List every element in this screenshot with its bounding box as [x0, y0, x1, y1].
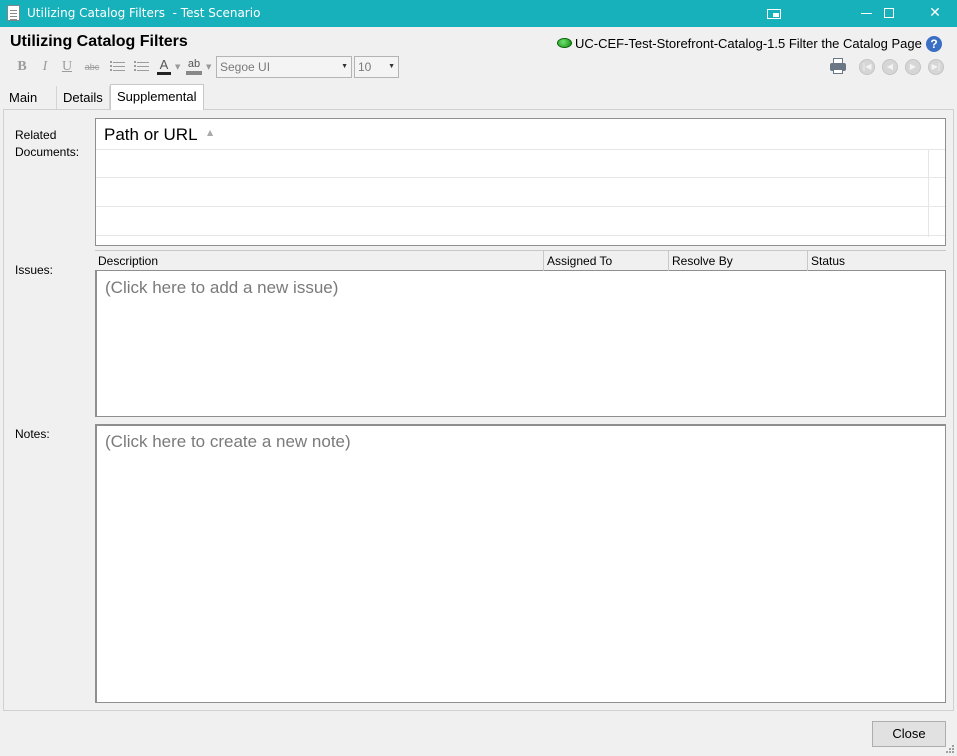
sort-icon: ▲: [207, 128, 214, 137]
bullet-list-button[interactable]: [110, 58, 128, 76]
print-icon[interactable]: [829, 58, 847, 75]
window-restore-button[interactable]: [751, 0, 797, 27]
strikethrough-button[interactable]: abc: [82, 58, 102, 76]
next-record-icon[interactable]: ▶: [905, 59, 921, 75]
first-record-icon[interactable]: |◀: [859, 59, 875, 75]
font-color-dropdown-icon[interactable]: ▼: [175, 64, 182, 71]
column-resolve-by[interactable]: Resolve By: [669, 251, 808, 271]
bullet-list-icon: [110, 61, 125, 63]
chevron-down-icon: ▼: [341, 63, 348, 70]
notes-label: Notes:: [15, 427, 50, 441]
resize-grip-icon[interactable]: [945, 744, 955, 754]
column-description[interactable]: Description: [95, 251, 544, 271]
font-size-value: 10: [358, 60, 372, 74]
last-record-icon[interactable]: ▶|: [928, 59, 944, 75]
maximize-icon: [884, 8, 894, 18]
grid-row[interactable]: [96, 235, 945, 236]
add-note-prompt[interactable]: (Click here to create a new note): [105, 432, 351, 452]
page-title: Utilizing Catalog Filters: [10, 33, 188, 50]
help-icon[interactable]: ?: [926, 36, 942, 52]
add-issue-prompt[interactable]: (Click here to add a new issue): [105, 278, 338, 298]
window-title: Utilizing Catalog Filters - Test Scenari…: [27, 6, 261, 20]
grid-row[interactable]: [96, 206, 945, 207]
font-family-value: Segoe UI: [220, 60, 271, 74]
tab-supplemental[interactable]: Supplemental: [110, 84, 204, 110]
grid-row[interactable]: [96, 177, 945, 178]
close-window-button[interactable]: ✕: [912, 0, 957, 27]
notes-list[interactable]: (Click here to create a new note): [95, 424, 946, 703]
column-assigned-to[interactable]: Assigned To: [544, 251, 669, 271]
column-status[interactable]: Status: [808, 251, 944, 271]
document-icon: [7, 5, 20, 21]
previous-record-icon[interactable]: ◀: [882, 59, 898, 75]
numbered-list-icon: [134, 61, 149, 63]
issues-header-row: Description Assigned To Resolve By Statu…: [95, 250, 946, 271]
highlight-color-button[interactable]: ab: [186, 58, 202, 75]
issues-list[interactable]: (Click here to add a new issue): [95, 271, 946, 417]
related-documents-grid[interactable]: Path or URL ▲: [95, 118, 946, 246]
underline-button[interactable]: U: [59, 58, 75, 76]
font-family-select[interactable]: Segoe UI ▼: [216, 56, 352, 78]
close-icon: ✕: [929, 5, 941, 21]
grid-column-divider: [928, 149, 929, 237]
highlight-dropdown-icon[interactable]: ▼: [206, 64, 213, 71]
close-button[interactable]: Close: [872, 721, 946, 747]
scenario-link[interactable]: UC-CEF-Test-Storefront-Catalog-1.5 Filte…: [575, 36, 922, 51]
window-titlebar[interactable]: Utilizing Catalog Filters - Test Scenari…: [0, 0, 957, 27]
tab-details[interactable]: Details: [57, 86, 110, 109]
maximize-button[interactable]: [866, 0, 912, 27]
font-color-button[interactable]: A: [157, 58, 171, 75]
grid-row[interactable]: [96, 149, 945, 150]
font-size-select[interactable]: 10 ▼: [354, 56, 399, 78]
tab-main[interactable]: Main: [3, 86, 57, 109]
issues-label: Issues:: [15, 263, 54, 277]
chevron-down-icon: ▼: [388, 63, 395, 70]
bold-button[interactable]: B: [14, 58, 30, 76]
window-restore-icon: [767, 9, 781, 19]
numbered-list-button[interactable]: [134, 58, 152, 76]
italic-button[interactable]: I: [37, 58, 53, 76]
path-column-header[interactable]: Path or URL: [104, 125, 198, 145]
status-indicator-icon: [557, 38, 572, 48]
related-documents-label: Related Documents:: [15, 128, 80, 159]
